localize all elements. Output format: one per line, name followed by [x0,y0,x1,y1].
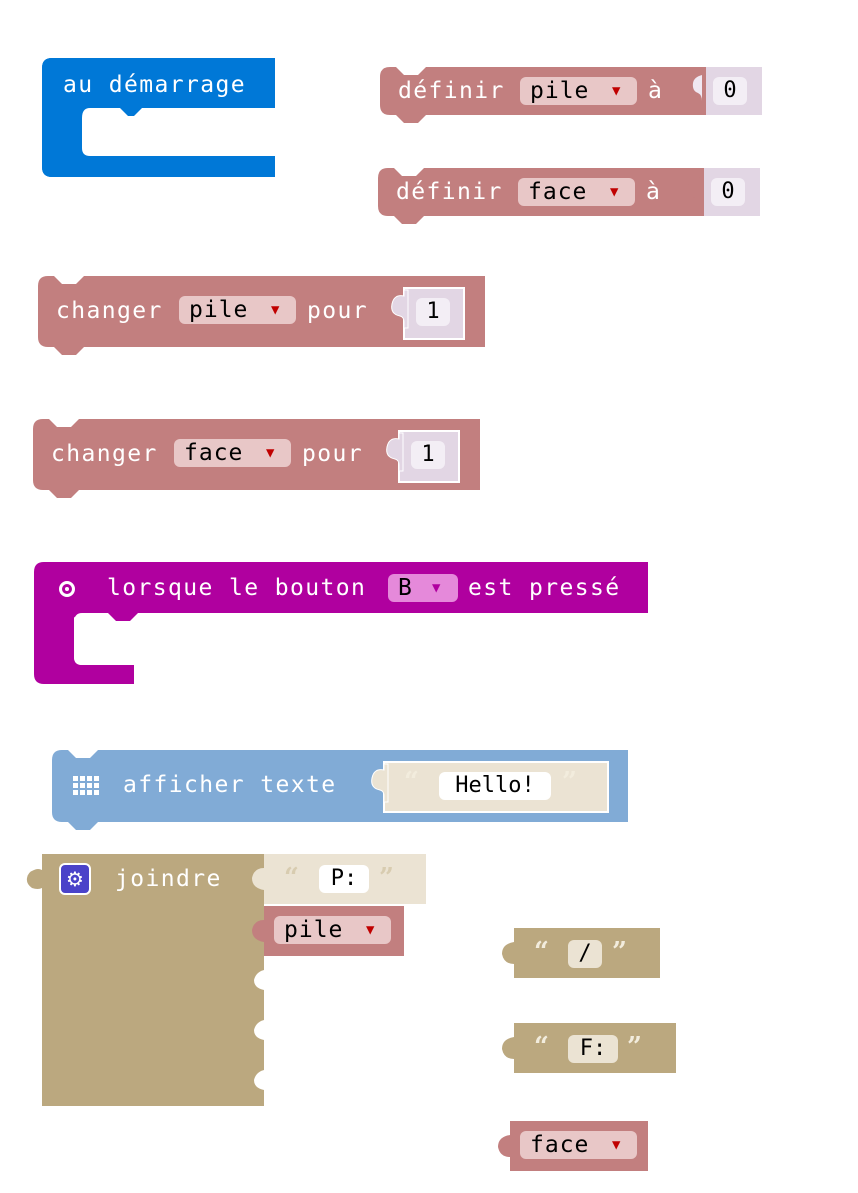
close-quote-icon: ” [627,1032,642,1062]
open-quote-icon: “ [284,863,299,893]
join-second-variable-dropdown[interactable]: pile ▼ [274,916,391,944]
set-face-variable-dropdown[interactable]: face ▼ [518,178,635,206]
close-quote-icon: ” [379,863,394,893]
text-slash-input[interactable]: / [568,940,602,968]
variable-block-face[interactable]: face ▼ [496,1121,650,1173]
show-string-label: afficher texte [123,772,337,798]
change-face-by-label: pour [302,441,363,467]
join-second-variable-name: pile [284,917,344,943]
open-quote-icon: “ [404,767,419,797]
on-button-pressed-label: lorsque le bouton [107,575,367,601]
chevron-down-icon: ▼ [366,922,376,938]
open-quote-icon: “ [534,1032,549,1062]
change-pile-variable-name: pile [189,297,249,323]
text-f-input[interactable]: F: [568,1035,618,1063]
text-block-slash[interactable]: “ / ” [500,928,662,980]
face-variable-name: face [530,1132,590,1158]
change-face-value-input[interactable]: 1 [411,441,445,469]
on-button-pressed-block[interactable]: lorsque le bouton B ▼ est pressé [34,562,649,686]
set-pile-variable-dropdown[interactable]: pile ▼ [520,77,637,105]
close-quote-icon: ” [612,937,627,967]
show-string-block[interactable]: afficher texte “ Hello! ” [52,750,630,832]
set-face-block[interactable]: définir face ▼ à 0 [378,168,760,228]
set-pile-block[interactable]: définir pile ▼ à 0 [380,67,762,127]
set-face-variable-name: face [528,179,588,205]
chevron-down-icon: ▼ [610,184,620,200]
button-select-dropdown[interactable]: B ▼ [388,574,458,602]
on-button-pressed-suffix: est pressé [468,575,621,601]
change-face-block[interactable]: changer face ▼ pour 1 [33,419,481,501]
change-face-label: changer [51,441,158,467]
on-start-block[interactable]: au démarrage [42,58,276,178]
chevron-down-icon: ▼ [271,302,281,318]
chevron-down-icon: ▼ [612,1137,622,1153]
set-face-label: définir [396,179,503,205]
change-pile-by-label: pour [307,298,368,324]
change-pile-variable-dropdown[interactable]: pile ▼ [179,296,296,324]
show-string-text-input[interactable]: Hello! [439,772,551,800]
radio-button-icon [59,581,75,597]
set-pile-to-label: à [648,78,664,104]
change-pile-value-input[interactable]: 1 [416,298,450,326]
set-face-value-input[interactable]: 0 [711,178,745,206]
gear-icon: ⚙ [59,863,91,895]
chevron-down-icon: ▼ [266,445,276,461]
join-block[interactable]: ⚙ joindre “ P: ” pile ▼ [24,854,428,1108]
close-quote-icon: ” [562,767,577,797]
set-pile-label: définir [398,78,505,104]
change-pile-label: changer [56,298,163,324]
button-select-value: B [398,575,413,601]
change-face-variable-name: face [184,440,244,466]
change-face-variable-dropdown[interactable]: face ▼ [174,439,291,467]
set-pile-variable-name: pile [530,78,590,104]
join-label: joindre [115,866,222,892]
text-block-f[interactable]: “ F: ” [500,1023,678,1075]
chevron-down-icon: ▼ [432,580,442,596]
change-pile-block[interactable]: changer pile ▼ pour 1 [38,276,486,358]
set-pile-value-input[interactable]: 0 [713,77,747,105]
led-grid-icon [73,776,101,796]
set-face-to-label: à [646,179,662,205]
open-quote-icon: “ [534,937,549,967]
chevron-down-icon: ▼ [612,83,622,99]
join-first-text-input[interactable]: P: [319,865,369,893]
on-start-label: au démarrage [63,72,246,98]
face-variable-dropdown[interactable]: face ▼ [520,1131,637,1159]
